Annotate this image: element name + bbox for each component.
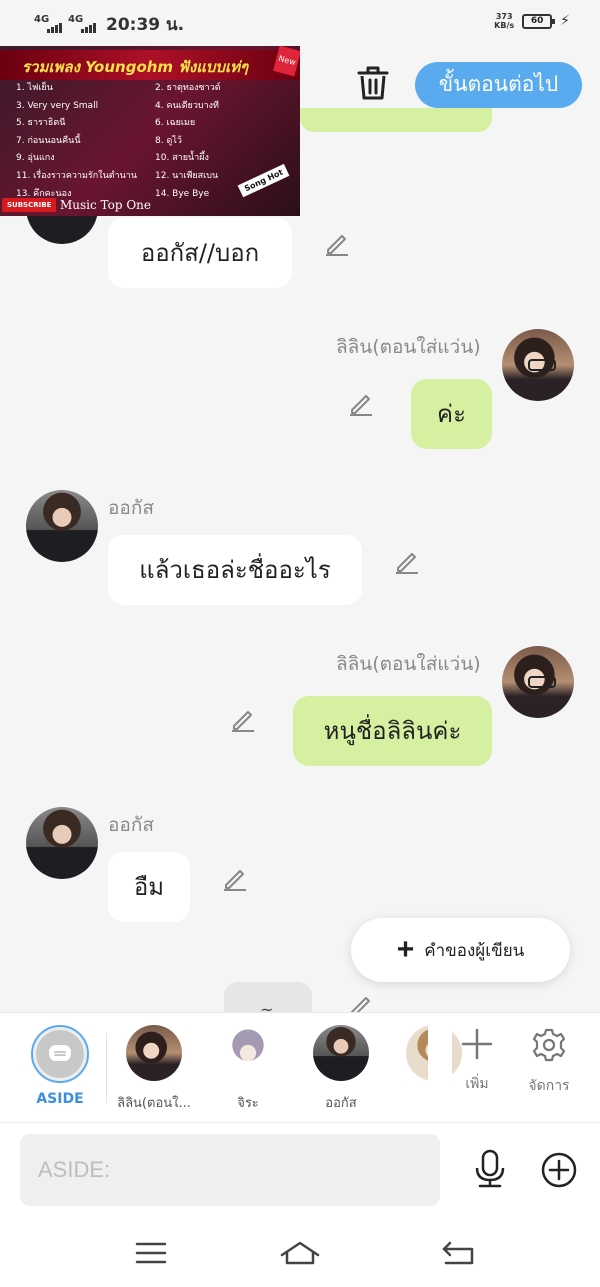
clock: 20:39 น. [106,15,185,35]
song-item: 8. ดูไว้ [155,135,182,146]
edit-pencil-icon[interactable] [324,230,350,256]
avatar [220,1025,276,1081]
partial-text: ~ [260,1000,274,1012]
song-item: 4. คนเดียวบางที [155,100,219,111]
gear-icon [532,1028,566,1062]
sender-name: ลิลิน(ตอนใส่แว่น) [336,653,481,675]
avatar [313,1025,369,1081]
network-speed: 373 KB/s [494,12,514,30]
avatar[interactable] [26,490,98,562]
status-bar: 4G 4G 20:39 น. 373 KB/s 60 ⚡ [0,0,600,46]
back-icon[interactable] [440,1239,476,1267]
plus-icon [461,1028,493,1060]
song-item: 1. ไฟเย็น [16,83,53,93]
subscribe-button[interactable]: SUBSCRIBE [2,198,57,212]
add-character-button[interactable]: เพิ่ม [442,1027,512,1095]
message-input[interactable] [20,1134,440,1206]
message-bubble[interactable]: หนูชื่อลิลินค่ะ [293,696,492,766]
character-aside[interactable]: ASIDE [18,1025,102,1107]
message-bubble-partial[interactable]: ~ [224,982,312,1012]
song-item: 6. เฉยเมย [155,118,196,129]
network-speed-unit: KB/s [494,21,515,30]
network-speed-value: 373 [495,12,513,21]
chat-bubble-icon [49,1045,71,1061]
home-icon[interactable] [280,1239,320,1267]
message-bubble-partial [300,108,492,132]
character-jira[interactable]: จิระ [206,1025,290,1113]
character-august[interactable]: ออกัส [299,1025,383,1113]
message-bubble[interactable]: อืม [108,852,190,922]
character-lilin[interactable]: ลิลิน(ตอนใ... [112,1025,196,1113]
character-label: ลิลิน(ตอนใ... [117,1096,191,1111]
edit-pencil-icon[interactable] [222,865,248,891]
charging-icon: ⚡ [560,13,570,29]
song-item: 7. ก่อนนอนคืนนี้ [16,135,81,146]
input-bar [0,1122,600,1217]
battery-level: 60 [530,15,544,26]
manage-label: จัดการ [528,1078,570,1094]
signal-icon: 4G [34,14,62,34]
aside-label: ASIDE [36,1091,84,1107]
sender-name: ลิลิน(ตอนใส่แว่น) [336,336,481,358]
sender-name: ออกัส [108,814,154,836]
chat-area[interactable]: ออกัส//บอก ลิลิน(ตอนใส่แว่น) ค่ะ ออกัส แ… [0,108,600,1012]
song-item: 2. ธาตุทองซาวด์ [155,83,221,93]
add-label: เพิ่ม [465,1076,489,1092]
avatar[interactable] [502,646,574,718]
edit-pencil-icon[interactable] [348,992,374,1012]
edit-pencil-icon[interactable] [348,390,374,416]
avatar[interactable] [502,329,574,401]
song-item: 5. ธาราธิตนี [16,118,66,129]
divider [106,1033,107,1103]
author-note-label: คำของผู้เขียน [424,940,525,960]
avatar[interactable] [26,807,98,879]
song-item: 14. Bye Bye [155,188,210,199]
microphone-icon[interactable] [470,1149,510,1189]
aside-avatar [31,1025,89,1083]
song-item: 3. Very very Small [16,100,99,111]
character-label: ออกัส [325,1096,357,1111]
message-bubble[interactable]: ค่ะ [411,379,492,449]
character-label: จิระ [237,1096,259,1111]
system-nav-bar [0,1217,600,1287]
signal-icon: 4G [68,14,96,34]
edit-pencil-icon[interactable] [394,548,420,574]
sender-name: ออกัส [108,497,154,519]
manage-button[interactable]: จัดการ [514,1027,584,1097]
song-item: 10. สายน้ำผึ้ง [155,153,209,164]
video-title: รวมเพลง Youngohm ฟังแบบเท่ๆ [0,50,300,80]
song-item: 9. อุ่นแกง [16,153,55,164]
character-bar: ASIDE ลิลิน(ตอนใ... จิระ ออกัส อ เพิ่ม จ… [0,1012,600,1122]
channel-name: Music Top One [60,198,152,212]
floating-video-player[interactable]: รวมเพลง Youngohm ฟังแบบเท่ๆ New 1. ไฟเย็… [0,46,300,216]
battery-icon: 60 [522,13,556,29]
message-bubble[interactable]: ออกัส//บอก [108,218,292,288]
message-bubble[interactable]: แล้วเธอล่ะชื่ออะไร [108,535,362,605]
song-item: 11. เรื่องราวความรักในตำนาน [16,170,137,181]
plus-icon: + [396,933,415,966]
trash-icon[interactable] [356,64,390,102]
next-step-button[interactable]: ขั้นตอนต่อไป [415,62,582,108]
edit-pencil-icon[interactable] [230,706,256,732]
add-circle-icon[interactable] [540,1151,578,1189]
avatar [126,1025,182,1081]
menu-icon[interactable] [133,1239,169,1267]
author-note-button[interactable]: + คำของผู้เขียน [351,918,570,982]
